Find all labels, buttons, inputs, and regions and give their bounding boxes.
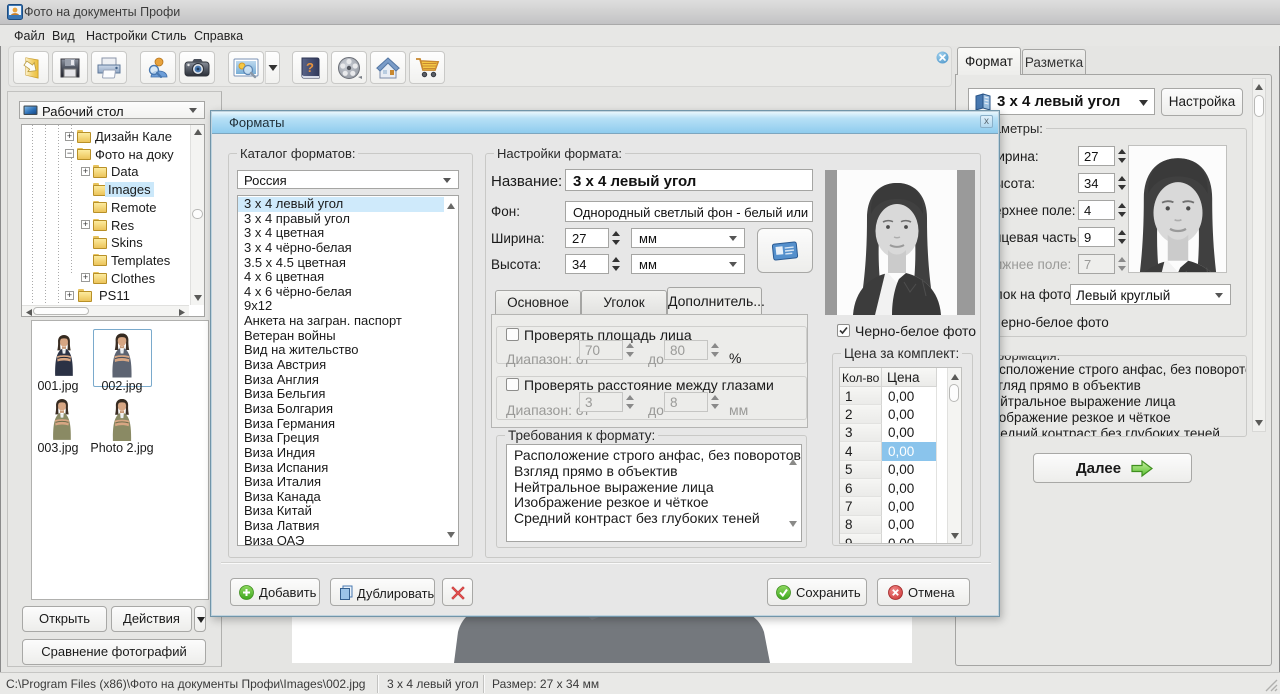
svg-text:?: ? (306, 60, 314, 75)
